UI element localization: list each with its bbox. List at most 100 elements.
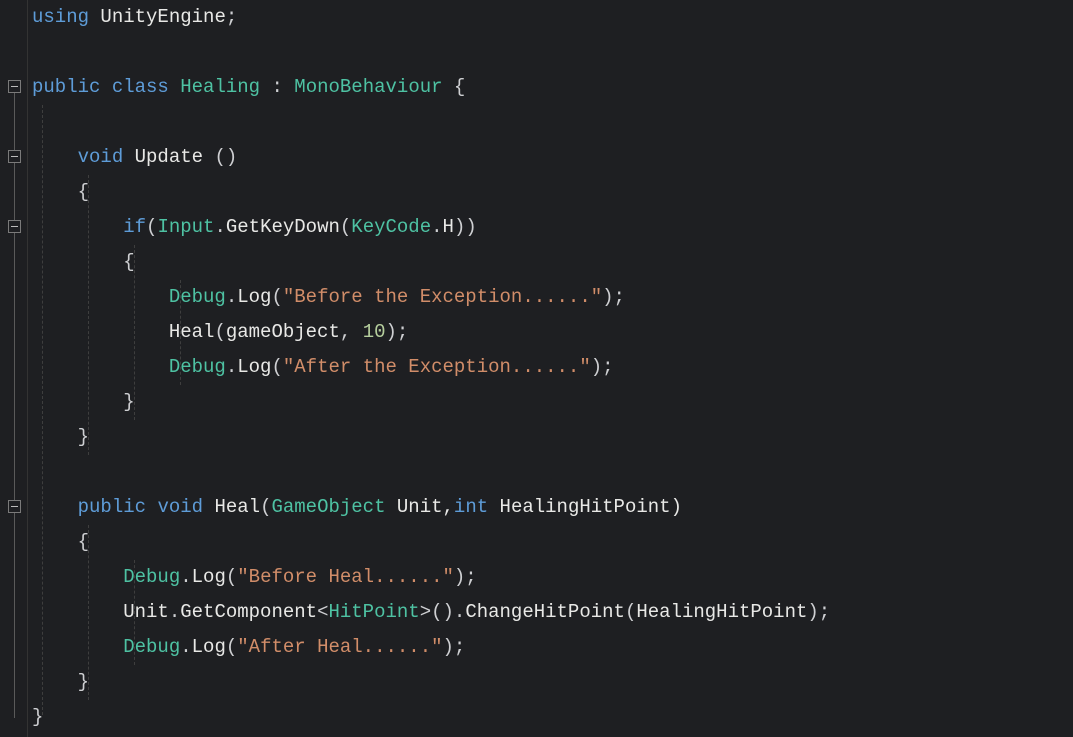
- code-line[interactable]: public class Healing : MonoBehaviour {: [32, 70, 1073, 105]
- keyword-void: void: [78, 146, 124, 168]
- code-line[interactable]: }: [32, 420, 1073, 455]
- namespace: UnityEngine: [100, 6, 225, 28]
- code-line[interactable]: public void Heal(GameObject Unit,int Hea…: [32, 490, 1073, 525]
- semicolon: ;: [226, 6, 237, 28]
- method-heal: Heal: [169, 321, 215, 343]
- code-line[interactable]: {: [32, 175, 1073, 210]
- code-line[interactable]: Debug.Log("After the Exception......");: [32, 350, 1073, 385]
- close-brace: }: [123, 391, 134, 413]
- class-debug: Debug: [169, 356, 226, 378]
- class-debug: Debug: [123, 636, 180, 658]
- enum-value: H: [443, 216, 454, 238]
- code-line[interactable]: Heal(gameObject, 10);: [32, 315, 1073, 350]
- code-line[interactable]: if(Input.GetKeyDown(KeyCode.H)): [32, 210, 1073, 245]
- code-editor[interactable]: using UnityEngine; public class Healing …: [0, 0, 1073, 737]
- class-name: Healing: [180, 76, 260, 98]
- fold-toggle-update[interactable]: [8, 150, 21, 163]
- open-paren: (: [625, 601, 636, 623]
- code-line[interactable]: {: [32, 245, 1073, 280]
- keyword-void: void: [157, 496, 203, 518]
- dot: .: [214, 216, 225, 238]
- dot: .: [169, 601, 180, 623]
- code-line-blank[interactable]: [32, 105, 1073, 140]
- parens: (): [203, 146, 237, 168]
- parens: (): [431, 601, 454, 623]
- keyword-public: public: [78, 496, 146, 518]
- fold-toggle-if[interactable]: [8, 220, 21, 233]
- method-log: Log: [237, 356, 271, 378]
- open-brace: {: [78, 531, 89, 553]
- code-line-blank[interactable]: [32, 455, 1073, 490]
- string-literal: "Before Heal......": [237, 566, 454, 588]
- code-line[interactable]: Debug.Log("Before the Exception......");: [32, 280, 1073, 315]
- type-hitpoint: HitPoint: [328, 601, 419, 623]
- close-brace: }: [78, 426, 89, 448]
- fold-toggle-heal[interactable]: [8, 500, 21, 513]
- number-literal: 10: [363, 321, 386, 343]
- close-brace: }: [32, 706, 43, 728]
- identifier: Unit: [123, 601, 169, 623]
- close-paren: );: [807, 601, 830, 623]
- close-paren: );: [602, 286, 625, 308]
- identifier: HealingHitPoint: [636, 601, 807, 623]
- class-input: Input: [157, 216, 214, 238]
- angle-bracket: <: [317, 601, 328, 623]
- open-paren: (: [260, 496, 271, 518]
- keyword-int: int: [454, 496, 488, 518]
- method-name: Update: [135, 146, 203, 168]
- string-literal: "Before the Exception......": [283, 286, 602, 308]
- code-line[interactable]: {: [32, 525, 1073, 560]
- dot: .: [226, 356, 237, 378]
- code-line[interactable]: Debug.Log("Before Heal......");: [32, 560, 1073, 595]
- open-brace: {: [443, 76, 466, 98]
- code-line[interactable]: void Update (): [32, 140, 1073, 175]
- string-literal: "After Heal......": [237, 636, 442, 658]
- dot: .: [431, 216, 442, 238]
- code-line[interactable]: }: [32, 700, 1073, 735]
- code-line[interactable]: }: [32, 385, 1073, 420]
- keyword-public: public: [32, 76, 100, 98]
- fold-toggle-class[interactable]: [8, 80, 21, 93]
- code-line[interactable]: Unit.GetComponent<HitPoint>().ChangeHitP…: [32, 595, 1073, 630]
- code-line[interactable]: using UnityEngine;: [32, 0, 1073, 35]
- dot: .: [454, 601, 465, 623]
- open-paren: (: [226, 636, 237, 658]
- close-paren: );: [591, 356, 614, 378]
- method-name: Heal: [214, 496, 260, 518]
- open-brace: {: [78, 181, 89, 203]
- dot: .: [180, 566, 191, 588]
- open-paren: (: [226, 566, 237, 588]
- method-changehitpoint: ChangeHitPoint: [465, 601, 625, 623]
- keyword-using: using: [32, 6, 89, 28]
- method-call: GetKeyDown: [226, 216, 340, 238]
- close-paren: );: [386, 321, 409, 343]
- code-content[interactable]: using UnityEngine; public class Healing …: [28, 0, 1073, 737]
- type-gameobject: GameObject: [271, 496, 385, 518]
- dot: .: [180, 636, 191, 658]
- code-line[interactable]: }: [32, 665, 1073, 700]
- open-brace: {: [123, 251, 134, 273]
- class-debug: Debug: [169, 286, 226, 308]
- close-paren: );: [454, 566, 477, 588]
- colon: :: [260, 76, 294, 98]
- open-paren: (: [340, 216, 351, 238]
- method-log: Log: [192, 566, 226, 588]
- code-line-blank[interactable]: [32, 35, 1073, 70]
- angle-bracket: >: [420, 601, 431, 623]
- identifier: gameObject: [226, 321, 340, 343]
- param: Unit,: [386, 496, 454, 518]
- comma: ,: [340, 321, 363, 343]
- fold-gutter: [0, 0, 28, 737]
- open-paren: (: [146, 216, 157, 238]
- open-paren: (: [271, 286, 282, 308]
- open-paren: (: [271, 356, 282, 378]
- open-paren: (: [214, 321, 225, 343]
- enum-keycode: KeyCode: [351, 216, 431, 238]
- method-getcomponent: GetComponent: [180, 601, 317, 623]
- close-brace: }: [78, 671, 89, 693]
- method-log: Log: [192, 636, 226, 658]
- class-debug: Debug: [123, 566, 180, 588]
- code-line[interactable]: Debug.Log("After Heal......");: [32, 630, 1073, 665]
- keyword-if: if: [123, 216, 146, 238]
- method-log: Log: [237, 286, 271, 308]
